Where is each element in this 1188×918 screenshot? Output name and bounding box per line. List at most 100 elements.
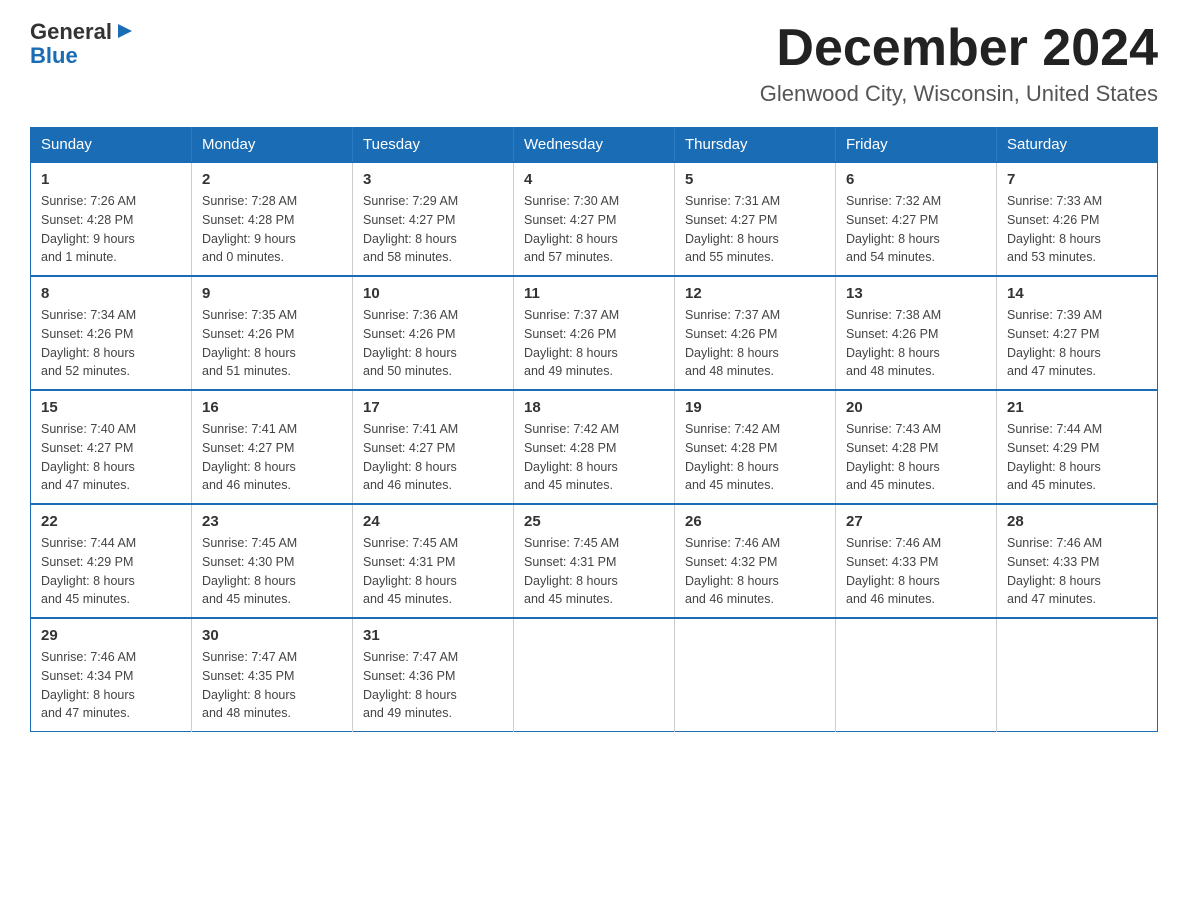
day-info: Sunrise: 7:32 AM Sunset: 4:27 PM Dayligh… [846,192,986,267]
calendar-cell [836,618,997,732]
calendar-cell: 23 Sunrise: 7:45 AM Sunset: 4:30 PM Dayl… [192,504,353,618]
day-info: Sunrise: 7:46 AM Sunset: 4:33 PM Dayligh… [1007,534,1147,609]
calendar-cell: 4 Sunrise: 7:30 AM Sunset: 4:27 PM Dayli… [514,162,675,276]
day-number: 27 [846,513,986,530]
calendar-cell: 29 Sunrise: 7:46 AM Sunset: 4:34 PM Dayl… [31,618,192,732]
day-number: 31 [363,627,503,644]
calendar-cell: 28 Sunrise: 7:46 AM Sunset: 4:33 PM Dayl… [997,504,1158,618]
calendar-week-row: 1 Sunrise: 7:26 AM Sunset: 4:28 PM Dayli… [31,162,1158,276]
day-info: Sunrise: 7:45 AM Sunset: 4:31 PM Dayligh… [363,534,503,609]
calendar-cell: 26 Sunrise: 7:46 AM Sunset: 4:32 PM Dayl… [675,504,836,618]
day-number: 11 [524,285,664,302]
weekday-header-tuesday: Tuesday [353,128,514,163]
day-number: 12 [685,285,825,302]
calendar-cell: 5 Sunrise: 7:31 AM Sunset: 4:27 PM Dayli… [675,162,836,276]
day-number: 23 [202,513,342,530]
day-number: 9 [202,285,342,302]
day-info: Sunrise: 7:35 AM Sunset: 4:26 PM Dayligh… [202,306,342,381]
day-number: 24 [363,513,503,530]
day-number: 18 [524,399,664,416]
day-info: Sunrise: 7:46 AM Sunset: 4:32 PM Dayligh… [685,534,825,609]
calendar-cell: 27 Sunrise: 7:46 AM Sunset: 4:33 PM Dayl… [836,504,997,618]
day-number: 16 [202,399,342,416]
calendar-cell: 1 Sunrise: 7:26 AM Sunset: 4:28 PM Dayli… [31,162,192,276]
weekday-header-wednesday: Wednesday [514,128,675,163]
weekday-header-saturday: Saturday [997,128,1158,163]
day-number: 8 [41,285,181,302]
day-info: Sunrise: 7:31 AM Sunset: 4:27 PM Dayligh… [685,192,825,267]
logo-arrow-icon [114,20,136,42]
calendar-cell: 24 Sunrise: 7:45 AM Sunset: 4:31 PM Dayl… [353,504,514,618]
calendar-cell: 17 Sunrise: 7:41 AM Sunset: 4:27 PM Dayl… [353,390,514,504]
calendar-cell: 20 Sunrise: 7:43 AM Sunset: 4:28 PM Dayl… [836,390,997,504]
day-number: 28 [1007,513,1147,530]
logo-blue-text: Blue [30,44,136,68]
day-number: 2 [202,171,342,188]
calendar-cell [997,618,1158,732]
day-number: 29 [41,627,181,644]
calendar-cell: 8 Sunrise: 7:34 AM Sunset: 4:26 PM Dayli… [31,276,192,390]
calendar-cell: 18 Sunrise: 7:42 AM Sunset: 4:28 PM Dayl… [514,390,675,504]
weekday-header-thursday: Thursday [675,128,836,163]
day-info: Sunrise: 7:34 AM Sunset: 4:26 PM Dayligh… [41,306,181,381]
calendar-cell: 12 Sunrise: 7:37 AM Sunset: 4:26 PM Dayl… [675,276,836,390]
calendar-cell: 14 Sunrise: 7:39 AM Sunset: 4:27 PM Dayl… [997,276,1158,390]
day-info: Sunrise: 7:41 AM Sunset: 4:27 PM Dayligh… [202,420,342,495]
day-info: Sunrise: 7:47 AM Sunset: 4:35 PM Dayligh… [202,648,342,723]
calendar-cell: 22 Sunrise: 7:44 AM Sunset: 4:29 PM Dayl… [31,504,192,618]
calendar-cell: 2 Sunrise: 7:28 AM Sunset: 4:28 PM Dayli… [192,162,353,276]
calendar-header-row: SundayMondayTuesdayWednesdayThursdayFrid… [31,128,1158,163]
day-number: 10 [363,285,503,302]
day-info: Sunrise: 7:37 AM Sunset: 4:26 PM Dayligh… [524,306,664,381]
calendar-cell: 16 Sunrise: 7:41 AM Sunset: 4:27 PM Dayl… [192,390,353,504]
calendar-week-row: 8 Sunrise: 7:34 AM Sunset: 4:26 PM Dayli… [31,276,1158,390]
calendar-cell: 3 Sunrise: 7:29 AM Sunset: 4:27 PM Dayli… [353,162,514,276]
day-number: 19 [685,399,825,416]
day-info: Sunrise: 7:44 AM Sunset: 4:29 PM Dayligh… [1007,420,1147,495]
day-info: Sunrise: 7:33 AM Sunset: 4:26 PM Dayligh… [1007,192,1147,267]
day-number: 7 [1007,171,1147,188]
calendar-cell: 19 Sunrise: 7:42 AM Sunset: 4:28 PM Dayl… [675,390,836,504]
calendar-week-row: 22 Sunrise: 7:44 AM Sunset: 4:29 PM Dayl… [31,504,1158,618]
day-number: 22 [41,513,181,530]
page-header: General Blue December 2024 Glenwood City… [30,20,1158,107]
calendar-cell: 30 Sunrise: 7:47 AM Sunset: 4:35 PM Dayl… [192,618,353,732]
day-info: Sunrise: 7:45 AM Sunset: 4:30 PM Dayligh… [202,534,342,609]
day-number: 1 [41,171,181,188]
day-number: 4 [524,171,664,188]
logo-general-text: General [30,20,136,44]
day-info: Sunrise: 7:36 AM Sunset: 4:26 PM Dayligh… [363,306,503,381]
day-info: Sunrise: 7:30 AM Sunset: 4:27 PM Dayligh… [524,192,664,267]
day-number: 3 [363,171,503,188]
page-title: December 2024 [760,20,1158,77]
calendar-table: SundayMondayTuesdayWednesdayThursdayFrid… [30,127,1158,732]
day-number: 5 [685,171,825,188]
title-block: December 2024 Glenwood City, Wisconsin, … [760,20,1158,107]
calendar-cell: 10 Sunrise: 7:36 AM Sunset: 4:26 PM Dayl… [353,276,514,390]
page-subtitle: Glenwood City, Wisconsin, United States [760,81,1158,107]
calendar-cell: 7 Sunrise: 7:33 AM Sunset: 4:26 PM Dayli… [997,162,1158,276]
logo: General Blue [30,20,136,68]
weekday-header-friday: Friday [836,128,997,163]
day-info: Sunrise: 7:43 AM Sunset: 4:28 PM Dayligh… [846,420,986,495]
day-info: Sunrise: 7:41 AM Sunset: 4:27 PM Dayligh… [363,420,503,495]
day-info: Sunrise: 7:46 AM Sunset: 4:33 PM Dayligh… [846,534,986,609]
day-info: Sunrise: 7:37 AM Sunset: 4:26 PM Dayligh… [685,306,825,381]
day-info: Sunrise: 7:26 AM Sunset: 4:28 PM Dayligh… [41,192,181,267]
day-number: 13 [846,285,986,302]
calendar-cell [514,618,675,732]
day-info: Sunrise: 7:42 AM Sunset: 4:28 PM Dayligh… [524,420,664,495]
calendar-week-row: 29 Sunrise: 7:46 AM Sunset: 4:34 PM Dayl… [31,618,1158,732]
day-info: Sunrise: 7:42 AM Sunset: 4:28 PM Dayligh… [685,420,825,495]
day-number: 26 [685,513,825,530]
day-number: 15 [41,399,181,416]
calendar-cell: 25 Sunrise: 7:45 AM Sunset: 4:31 PM Dayl… [514,504,675,618]
day-info: Sunrise: 7:28 AM Sunset: 4:28 PM Dayligh… [202,192,342,267]
day-number: 20 [846,399,986,416]
day-info: Sunrise: 7:38 AM Sunset: 4:26 PM Dayligh… [846,306,986,381]
weekday-header-monday: Monday [192,128,353,163]
day-number: 21 [1007,399,1147,416]
day-info: Sunrise: 7:44 AM Sunset: 4:29 PM Dayligh… [41,534,181,609]
calendar-cell: 31 Sunrise: 7:47 AM Sunset: 4:36 PM Dayl… [353,618,514,732]
calendar-cell: 6 Sunrise: 7:32 AM Sunset: 4:27 PM Dayli… [836,162,997,276]
